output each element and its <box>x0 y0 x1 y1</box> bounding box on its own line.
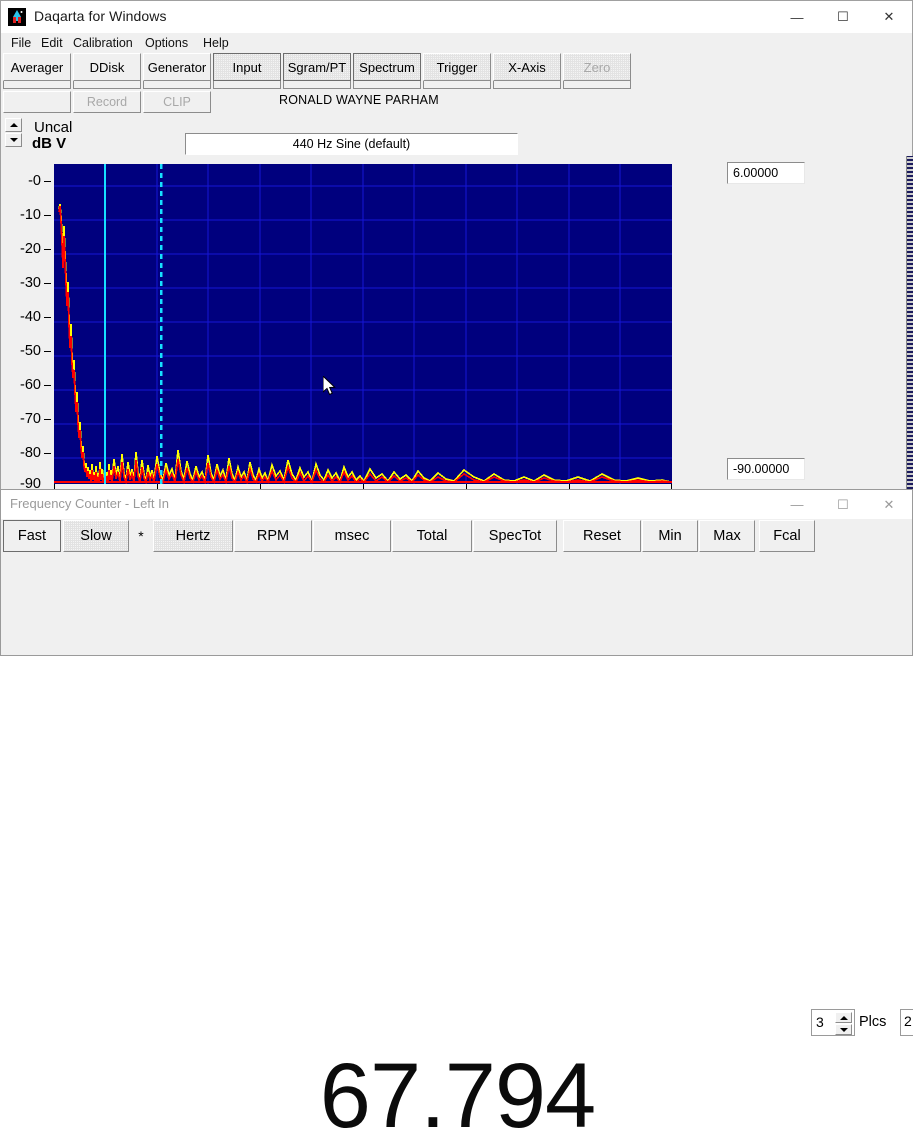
maximize-icon[interactable]: ☐ <box>820 1 866 33</box>
tab-sgram-pt[interactable]: Sgram/PT <box>283 53 351 81</box>
blank-status-box[interactable] <box>3 91 71 113</box>
fc-window-title: Frequency Counter - Left In <box>10 496 169 511</box>
places-input[interactable]: 3 <box>811 1009 855 1036</box>
fc-button-rpm[interactable]: RPM <box>234 520 312 552</box>
places-up-icon[interactable] <box>835 1012 852 1023</box>
fc-close-icon[interactable]: ✕ <box>866 490 912 519</box>
record-button[interactable]: Record <box>73 91 141 113</box>
fc-minimize-icon[interactable]: — <box>774 490 820 519</box>
menu-item-help[interactable]: Help <box>199 35 233 51</box>
main-title-bar: Daqarta for Windows — ☐ ✕ <box>1 1 912 33</box>
main-window: Daqarta for Windows — ☐ ✕ File Edit Cali… <box>0 0 913 490</box>
y-tick-label: -0 <box>28 173 41 189</box>
spectrum-plot[interactable] <box>54 164 672 484</box>
tab-x-axis[interactable]: X-Axis <box>493 53 561 81</box>
fc-button-total[interactable]: Total <box>392 520 472 552</box>
tab-spectrum-underbar[interactable] <box>353 81 421 89</box>
places-value: 3 <box>816 1014 824 1030</box>
y-axis-labels: -0 -10 -20 -30 -40 -50 -60 -70 -80 -90 <box>1 164 51 489</box>
y-tick-label: -30 <box>20 275 41 291</box>
spectrum-canvas <box>54 164 672 484</box>
fc-window-controls: — ☐ ✕ <box>774 490 912 519</box>
places-label: Plcs <box>859 1014 886 1030</box>
fc-button-slow[interactable]: Slow <box>63 520 129 552</box>
frequency-counter-window: Frequency Counter - Left In — ☐ ✕ Fast S… <box>0 489 913 656</box>
fc-title-bar: Frequency Counter - Left In — ☐ ✕ <box>1 490 912 519</box>
y-tick-label: -50 <box>20 343 41 359</box>
y-tick-label: -60 <box>20 377 41 393</box>
menu-item-options[interactable]: Options <box>141 35 192 51</box>
fc-button-spectot[interactable]: SpecTot <box>473 520 557 552</box>
module-tab-row: Averager DDisk Generator Input Sgram/PT … <box>1 53 912 89</box>
fc-button-max[interactable]: Max <box>699 520 755 552</box>
places-down-icon[interactable] <box>835 1024 852 1035</box>
menu-bar: File Edit Calibration Options Help <box>1 33 912 53</box>
minimize-icon[interactable]: — <box>774 1 820 33</box>
main-window-title: Daqarta for Windows <box>34 8 167 24</box>
fc-button-bar: Fast Slow * Hertz RPM msec Total SpecTot… <box>1 519 912 555</box>
y-tick-label: -20 <box>20 241 41 257</box>
main-window-controls: — ☐ ✕ <box>774 1 912 33</box>
vertical-scale-spinner[interactable] <box>5 118 22 147</box>
y-tick-label: -40 <box>20 309 41 325</box>
tab-averager-underbar[interactable] <box>3 81 71 89</box>
range-max-field[interactable]: 6.00000 <box>727 162 805 184</box>
menu-item-file[interactable]: File <box>7 35 35 51</box>
fc-button-reset[interactable]: Reset <box>563 520 641 552</box>
tab-input[interactable]: Input <box>213 53 281 81</box>
tab-ddisk[interactable]: DDisk <box>73 53 141 81</box>
fc-button-min[interactable]: Min <box>642 520 698 552</box>
tab-trigger[interactable]: Trigger <box>423 53 491 81</box>
menu-item-edit[interactable]: Edit <box>37 35 67 51</box>
menu-item-calibration[interactable]: Calibration <box>69 35 137 51</box>
tab-input-underbar[interactable] <box>213 81 281 89</box>
scale-down-icon[interactable] <box>5 133 22 147</box>
fc-maximize-icon[interactable]: ☐ <box>820 490 866 519</box>
vertical-scrollbar[interactable] <box>906 156 913 489</box>
y-tick-label: -10 <box>20 207 41 223</box>
edge-clipped-field[interactable]: 2 <box>900 1009 913 1036</box>
tab-generator[interactable]: Generator <box>143 53 211 81</box>
y-tick-label: -80 <box>20 445 41 461</box>
tab-generator-underbar[interactable] <box>143 81 211 89</box>
fc-button-msec[interactable]: msec <box>313 520 391 552</box>
close-icon[interactable]: ✕ <box>866 1 912 33</box>
tab-x-axis-underbar[interactable] <box>493 81 561 89</box>
tab-ddisk-underbar[interactable] <box>73 81 141 89</box>
calibration-status-label: Uncal <box>34 119 72 136</box>
fc-button-hertz[interactable]: Hertz <box>153 520 233 552</box>
fc-button-fast[interactable]: Fast <box>3 520 61 552</box>
tab-spectrum[interactable]: Spectrum <box>353 53 421 81</box>
clip-indicator[interactable]: CLIP <box>143 91 211 113</box>
range-min-field[interactable]: -90.00000 <box>727 458 805 480</box>
fc-button-fcal[interactable]: Fcal <box>759 520 815 552</box>
registered-user-name: RONALD WAYNE PARHAM <box>279 93 439 107</box>
screen: Daqarta for Windows — ☐ ✕ File Edit Cali… <box>0 0 913 656</box>
signal-name-field[interactable]: 440 Hz Sine (default) <box>185 133 518 155</box>
fc-asterisk-indicator: * <box>129 520 153 552</box>
frequency-reading: 67.794 <box>1 1050 913 1142</box>
tab-zero-underbar <box>563 81 631 89</box>
places-spinner[interactable] <box>835 1012 852 1035</box>
tab-trigger-underbar[interactable] <box>423 81 491 89</box>
units-label: dB V <box>32 135 66 152</box>
y-tick-label: -70 <box>20 411 41 427</box>
tab-zero: Zero <box>563 53 631 81</box>
status-row: Record CLIP RONALD WAYNE PARHAM <box>1 91 912 115</box>
scale-up-icon[interactable] <box>5 118 22 132</box>
tab-sgram-pt-underbar[interactable] <box>283 81 351 89</box>
daqarta-app-icon <box>8 8 26 26</box>
tab-averager[interactable]: Averager <box>3 53 71 81</box>
